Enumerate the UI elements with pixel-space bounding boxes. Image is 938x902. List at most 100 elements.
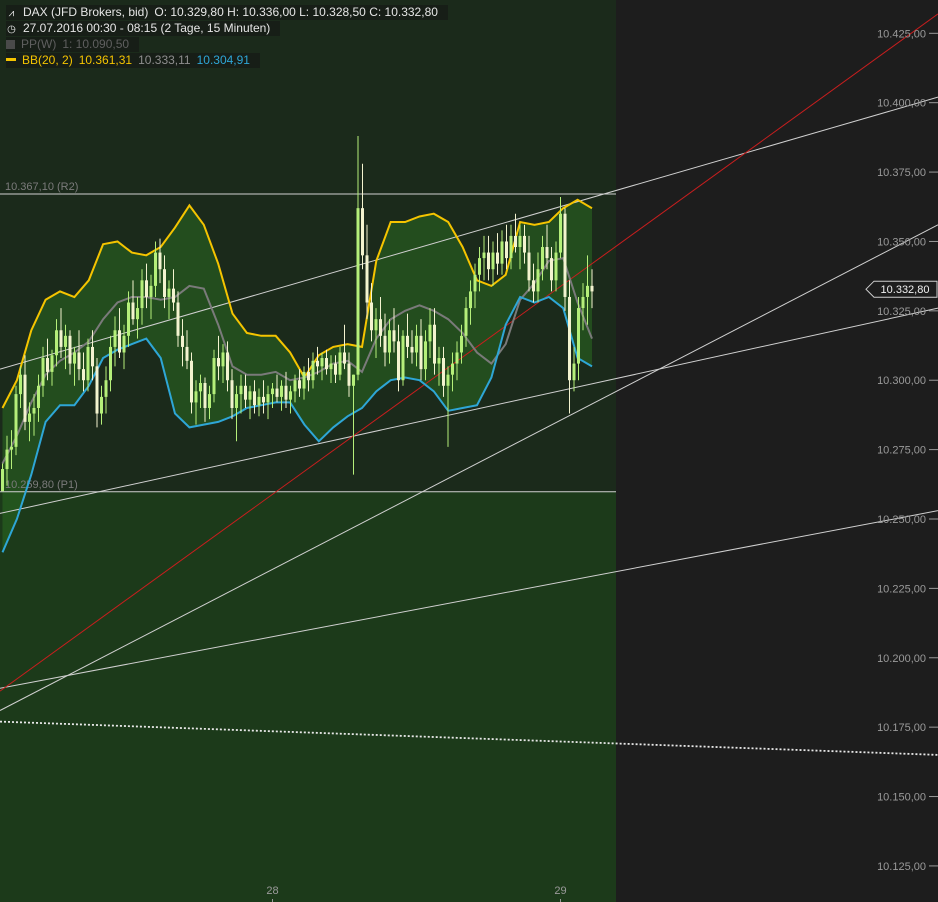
bb-swatch-icon: [6, 58, 16, 61]
candle-body: [419, 335, 423, 370]
candle-body: [428, 324, 432, 342]
candle-body: [149, 285, 153, 297]
candle-body: [361, 208, 364, 256]
candle-body: [329, 363, 333, 370]
candle-body: [82, 369, 85, 381]
candle-body: [203, 383, 207, 408]
candle-body: [559, 213, 562, 253]
y-tick-label: 10.225,00: [877, 583, 926, 595]
candle-body: [460, 335, 463, 353]
candle-body: [482, 252, 486, 259]
candle-body: [437, 358, 441, 364]
candle-body: [217, 358, 220, 367]
x-tick-label: 29: [554, 885, 566, 897]
candle-body: [320, 358, 324, 367]
candle-body: [325, 358, 328, 370]
candle-body: [527, 252, 531, 281]
candle-body: [158, 252, 162, 270]
candle-body: [545, 247, 549, 259]
legend-bb-lower: 10.304,91: [196, 53, 250, 67]
candle-body: [50, 355, 54, 372]
candle-body: [442, 358, 445, 386]
candle-body: [145, 280, 148, 297]
candle-body: [410, 346, 414, 353]
candle-body: [190, 360, 193, 403]
candle-body: [523, 235, 526, 253]
candle-body: [77, 352, 81, 370]
legend-period-line: ◷ 27.07.2016 00:30 - 08:15 (2 Tage, 15 Mi…: [6, 21, 281, 36]
candle-body: [352, 374, 355, 386]
candle-body: [401, 335, 405, 381]
candle-body: [469, 291, 472, 309]
candle-body: [464, 308, 468, 336]
candle-body: [446, 374, 450, 386]
candle-body: [122, 335, 126, 353]
candle-body: [14, 394, 18, 447]
pivot-label-r2: 10.367,10 (R2): [5, 181, 78, 193]
candle-body: [505, 241, 508, 259]
candle-body: [388, 330, 391, 353]
pp-swatch-icon: [6, 40, 15, 49]
candle-body: [185, 346, 189, 361]
candle-body: [181, 335, 184, 347]
candle-body: [581, 296, 585, 309]
chart-root: 10.367,10 (R2) 10.259,80 (P1) 10.425,00 10.…: [0, 0, 938, 902]
x-tick-label: 28: [266, 885, 278, 897]
candle-body: [473, 274, 477, 292]
candle-body: [289, 391, 292, 400]
candle-body: [284, 385, 288, 400]
candle-body: [316, 360, 319, 367]
candle-body: [212, 358, 216, 395]
candle-body: [374, 319, 378, 331]
candle-body: [199, 383, 202, 392]
candle-body: [365, 255, 369, 303]
candle-body: [487, 252, 490, 270]
legend-pp-label: PP(W): [21, 37, 57, 51]
candle-body: [230, 380, 234, 408]
candle-body: [383, 335, 387, 353]
candle-body: [406, 335, 409, 347]
candle-body: [23, 374, 27, 422]
candle-body: [266, 394, 270, 403]
legend-bb-line[interactable]: BB(20, 2) 10.361,31 10.333,11 10.304,91: [6, 53, 260, 68]
candle-body: [1, 469, 4, 492]
y-tick-label: 10.125,00: [877, 861, 926, 873]
candle-body: [154, 252, 157, 286]
candle-body: [491, 252, 495, 270]
candle-body: [253, 391, 256, 406]
y-tick-label: 10.400,00: [877, 98, 926, 110]
candle-body: [208, 394, 211, 408]
candle-body: [379, 319, 382, 336]
legend-pp-line[interactable]: PP(W) 1: 10.090,50: [6, 37, 140, 52]
candle-body: [95, 366, 99, 414]
candle-body: [572, 363, 576, 381]
candle-body: [68, 335, 72, 364]
candle-body: [239, 385, 243, 395]
legend-symbol-line: ⩘ DAX (JFD Brokers, bid) O: 10.329,80 H: 1…: [6, 5, 448, 20]
chart-type-icon[interactable]: ⩘: [6, 6, 17, 21]
candle-body: [226, 352, 229, 381]
candle-body: [113, 330, 117, 347]
candle-body: [514, 235, 517, 248]
candle-body: [424, 341, 427, 370]
legend-bb-mid: 10.333,11: [138, 53, 191, 67]
legend-symbol: DAX (JFD Brokers, bid): [23, 5, 149, 19]
candle-body: [275, 388, 279, 397]
price-chart: 10.367,10 (R2) 10.259,80 (P1) 10.425,00 10.…: [0, 0, 938, 902]
candle-body: [32, 407, 36, 414]
candle-body: [302, 371, 306, 389]
y-tick-label: 10.425,00: [877, 28, 926, 40]
candle-body: [235, 394, 238, 408]
candle-body: [73, 352, 76, 364]
candle-body: [577, 308, 580, 364]
candle-body: [433, 324, 436, 364]
y-tick-label: 10.200,00: [877, 653, 926, 665]
candle-body: [271, 388, 274, 395]
candle-body: [586, 285, 589, 297]
candle-body: [298, 380, 301, 389]
candle-body: [109, 346, 112, 381]
candle-body: [167, 288, 171, 297]
candle-body: [262, 396, 265, 403]
candle-body: [541, 247, 544, 270]
candle-body: [509, 235, 513, 259]
